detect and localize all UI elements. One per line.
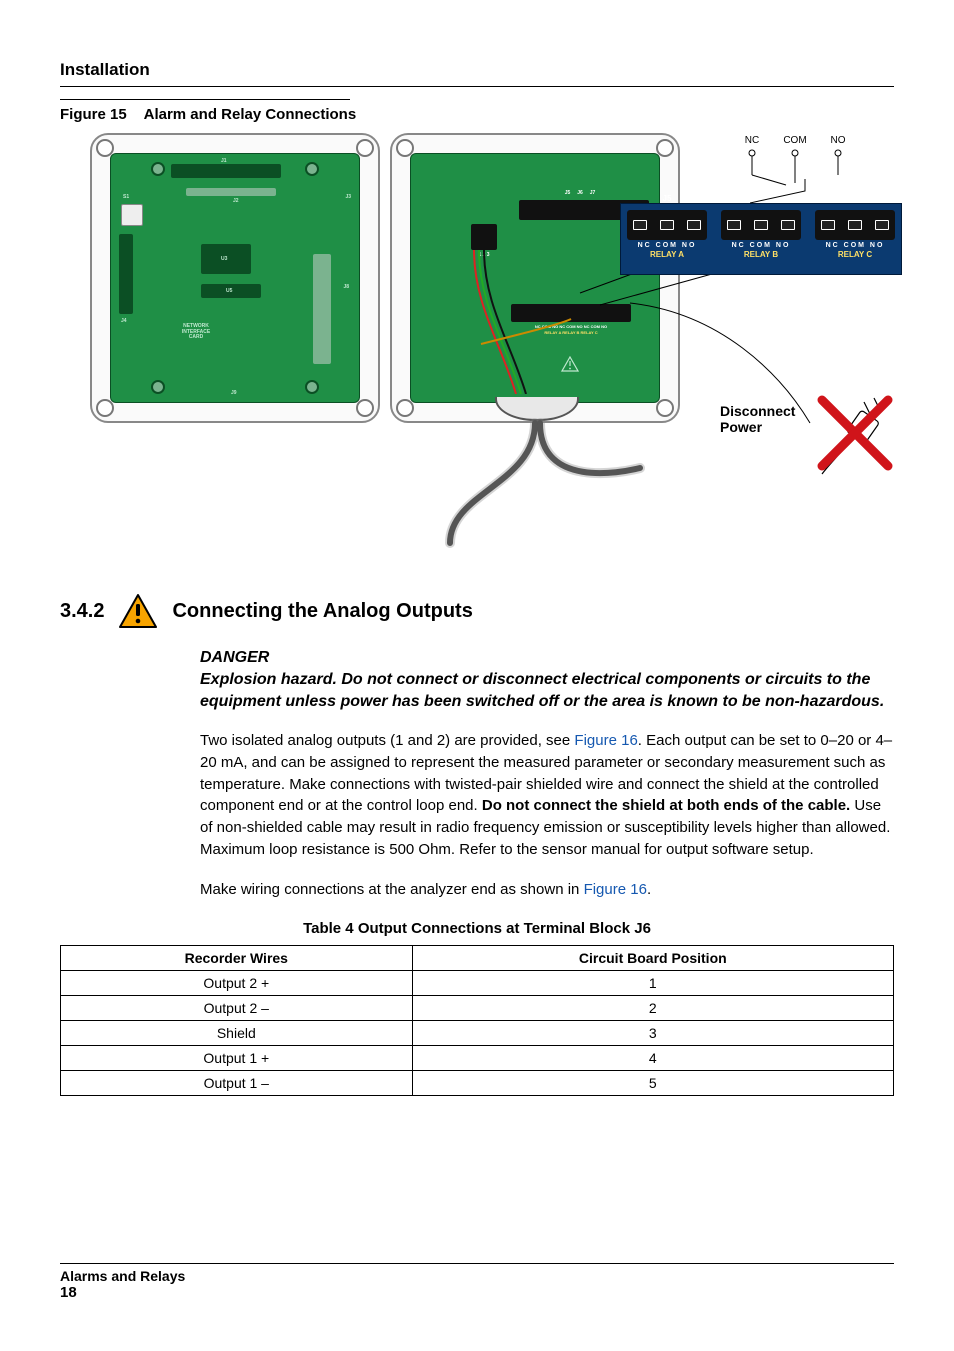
table-row: Shield3 — [61, 1021, 894, 1046]
table-caption: Table 4 Output Connections at Terminal B… — [60, 920, 894, 937]
table-cell: 5 — [412, 1071, 893, 1096]
link-figure-16[interactable]: Figure 16 — [574, 732, 637, 749]
table-cell: 2 — [412, 996, 893, 1021]
table-row: Output 2 –2 — [61, 996, 894, 1021]
danger-text: Explosion hazard. Do not connect or disc… — [200, 669, 894, 712]
disconnect-leader — [600, 283, 830, 443]
table-header-cell: Recorder Wires — [61, 946, 413, 971]
table-cell: Output 1 – — [61, 1071, 413, 1096]
subsection-number: 3.4.2 — [60, 600, 104, 623]
table-header-cell: Circuit Board Position — [412, 946, 893, 971]
table-cell: Shield — [61, 1021, 413, 1046]
figure-title: Alarm and Relay Connections — [144, 106, 357, 123]
page-footer: Alarms and Relays 18 — [60, 1263, 894, 1301]
table-output-connections: Recorder Wires Circuit Board Position Ou… — [60, 945, 894, 1096]
schematic-leader — [750, 173, 860, 213]
table-cell: Output 1 + — [61, 1046, 413, 1071]
table-cell: Output 2 + — [61, 971, 413, 996]
table-cell: Output 2 – — [61, 996, 413, 1021]
warning-icon — [118, 593, 158, 629]
table-cell: 4 — [412, 1046, 893, 1071]
subsection-title: Connecting the Analog Outputs — [172, 600, 472, 623]
relay-zoom-panel: J5 J6 J7 NC COM NORELAY A NC COM NORELAY… — [620, 203, 902, 275]
paragraph-2: Make wiring connections at the analyzer … — [200, 879, 894, 901]
table-row: Output 1 –5 — [61, 1071, 894, 1096]
label-com: COM — [783, 135, 806, 146]
footer-page-number: 18 — [60, 1284, 894, 1301]
header-rule — [60, 86, 894, 87]
link-figure-16-b[interactable]: Figure 16 — [584, 881, 647, 898]
table-cell: 3 — [412, 1021, 893, 1046]
label-no: NO — [831, 135, 846, 146]
footer-title: Alarms and Relays — [60, 1268, 894, 1284]
table-row: Output 2 +1 — [61, 971, 894, 996]
table-row: Output 1 +4 — [61, 1046, 894, 1071]
controller-board-left: J1 J2 S1 J3 J4 U3 U5 J8 — [90, 133, 380, 423]
figure-caption: Figure 15 Alarm and Relay Connections — [60, 106, 894, 123]
table-header-row: Recorder Wires Circuit Board Position — [61, 946, 894, 971]
paragraph-1: Two isolated analog outputs (1 and 2) ar… — [200, 730, 894, 861]
figure-rule — [60, 99, 350, 100]
subsection-heading: 3.4.2 Connecting the Analog Outputs — [60, 593, 894, 629]
page-section-title: Installation — [60, 60, 894, 80]
label-nc: NC — [745, 135, 759, 146]
danger-label: DANGER — [200, 649, 894, 667]
figure-number: Figure 15 — [60, 106, 140, 123]
figure-15: NC COM NO J1 — [60, 133, 894, 563]
table-cell: 1 — [412, 971, 893, 996]
